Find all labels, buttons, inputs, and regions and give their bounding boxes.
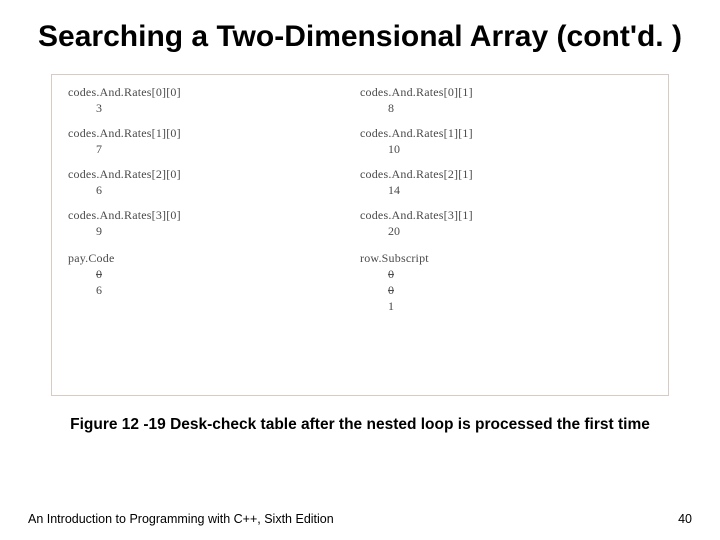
entry-label: codes.And.Rates[2][1] bbox=[360, 167, 652, 182]
entry: row.Subscript 0 0 1 bbox=[360, 251, 652, 314]
slide-title: Searching a Two-Dimensional Array (cont'… bbox=[28, 18, 692, 56]
figure-caption: Figure 12 -19 Desk-check table after the… bbox=[28, 416, 692, 434]
figure-col-right: codes.And.Rates[0][1] 8 codes.And.Rates[… bbox=[360, 85, 652, 387]
entry-value: 14 bbox=[360, 183, 652, 198]
entry: codes.And.Rates[0][1] 8 bbox=[360, 85, 652, 116]
entry-label: pay.Code bbox=[68, 251, 360, 266]
entry-value: 1 bbox=[360, 299, 652, 314]
entry-label: codes.And.Rates[1][1] bbox=[360, 126, 652, 141]
entry-value: 0 bbox=[360, 267, 652, 282]
figure-columns: codes.And.Rates[0][0] 3 codes.And.Rates[… bbox=[68, 85, 652, 387]
entry-value-strike: 0 bbox=[388, 267, 394, 281]
entry: pay.Code 0 6 bbox=[68, 251, 360, 298]
figure-box: codes.And.Rates[0][0] 3 codes.And.Rates[… bbox=[51, 74, 669, 396]
entry: codes.And.Rates[1][1] 10 bbox=[360, 126, 652, 157]
entry-value: 3 bbox=[68, 101, 360, 116]
slide: Searching a Two-Dimensional Array (cont'… bbox=[0, 0, 720, 540]
entry-value-strike: 0 bbox=[96, 267, 102, 281]
entry: codes.And.Rates[3][1] 20 bbox=[360, 208, 652, 239]
slide-footer: An Introduction to Programming with C++,… bbox=[28, 512, 692, 526]
footer-text: An Introduction to Programming with C++,… bbox=[28, 512, 334, 526]
entry-label: row.Subscript bbox=[360, 251, 652, 266]
page-number: 40 bbox=[678, 512, 692, 526]
entry-label: codes.And.Rates[3][1] bbox=[360, 208, 652, 223]
entry: codes.And.Rates[3][0] 9 bbox=[68, 208, 360, 239]
entry: codes.And.Rates[2][1] 14 bbox=[360, 167, 652, 198]
entry-value: 9 bbox=[68, 224, 360, 239]
entry-value: 20 bbox=[360, 224, 652, 239]
entry-label: codes.And.Rates[2][0] bbox=[68, 167, 360, 182]
figure-col-left: codes.And.Rates[0][0] 3 codes.And.Rates[… bbox=[68, 85, 360, 387]
entry-value: 10 bbox=[360, 142, 652, 157]
entry-label: codes.And.Rates[3][0] bbox=[68, 208, 360, 223]
entry-label: codes.And.Rates[1][0] bbox=[68, 126, 360, 141]
entry: codes.And.Rates[2][0] 6 bbox=[68, 167, 360, 198]
entry-value: 7 bbox=[68, 142, 360, 157]
entry-value-strike: 0 bbox=[388, 283, 394, 297]
entry-value: 0 bbox=[68, 267, 360, 282]
entry-value: 0 bbox=[360, 283, 652, 298]
entry-value: 8 bbox=[360, 101, 652, 116]
entry: codes.And.Rates[0][0] 3 bbox=[68, 85, 360, 116]
entry-value: 6 bbox=[68, 283, 360, 298]
entry-label: codes.And.Rates[0][0] bbox=[68, 85, 360, 100]
entry-label: codes.And.Rates[0][1] bbox=[360, 85, 652, 100]
entry-value: 6 bbox=[68, 183, 360, 198]
entry: codes.And.Rates[1][0] 7 bbox=[68, 126, 360, 157]
